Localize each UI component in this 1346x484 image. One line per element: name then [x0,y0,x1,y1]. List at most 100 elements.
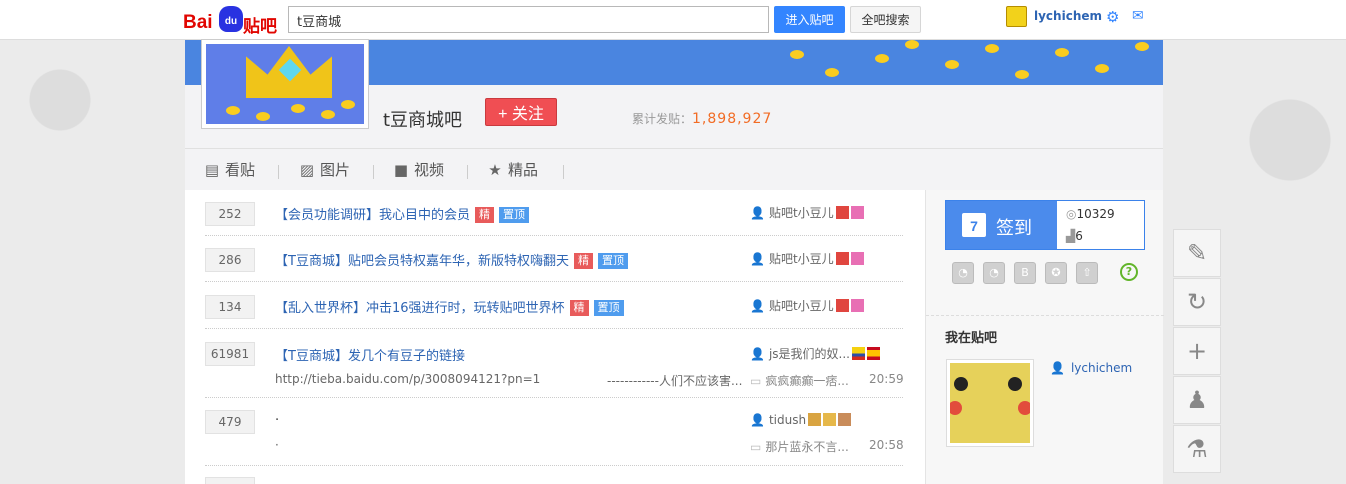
thread-author[interactable]: 👤 js是我们的奴... [750,345,880,362]
thread-author[interactable]: 👤 tidush [750,413,852,427]
thread-item: 252 【会员功能调研】我心目中的会员精置顶 👤 贴吧t小豆儿 [205,200,903,236]
last-reply[interactable]: ▭ 那片蓝永不言... [750,438,849,455]
thread-title[interactable]: 【T豆商城】发几个有豆子的链接 [275,345,465,364]
sign-level-value: 6 [1075,229,1083,243]
my-avatar[interactable] [946,359,1034,447]
tab-videos[interactable]: ■ 视频 [392,159,444,180]
forum-tabs: ▤ 看贴 ▨ 图片 ■ 视频 ★ 精品 [185,148,1163,190]
flag-icon [851,347,865,360]
thread-item [205,477,903,484]
thread-title-text[interactable]: 【会员功能调研】我心目中的会员 [275,208,470,223]
tab-featured[interactable]: ★ 精品 [486,159,538,180]
badge-slot-icon[interactable]: B [1014,262,1036,284]
thread-author[interactable]: 👤 贴吧t小豆儿 [750,250,864,267]
author-name[interactable]: js是我们的奴... [769,347,850,361]
thread-item: 479 · · 👤 tidush ▭ 那片蓝永不言... 20:58 [205,408,904,466]
mail-icon[interactable]: ✉ [1132,8,1144,24]
thread-abstract: · [275,438,279,452]
sign-level: ▟6 [1066,229,1083,243]
featured-badge: 精 [573,253,593,269]
last-reply-author[interactable]: 那片蓝永不言... [765,440,848,454]
reply-count: 61981 [205,342,255,366]
flask-icon[interactable]: ⚗ [1173,425,1221,473]
thread-item: 61981 【T豆商城】发几个有豆子的链接 http://tieba.baidu… [205,340,904,398]
edit-icon[interactable]: ✎ [1173,229,1221,277]
help-icon[interactable]: ? [1120,263,1138,281]
baidu-tieba-logo[interactable]: Bai du 贴吧 [183,6,279,37]
enter-forum-button[interactable]: 进入贴吧 [774,6,845,33]
badge-slot-icon[interactable]: ◔ [983,262,1005,284]
badge-slot-icon[interactable]: ◔ [952,262,974,284]
author-name[interactable]: 贴吧t小豆儿 [769,299,834,313]
thread-author[interactable]: 👤 贴吧t小豆儿 [750,297,864,314]
user-icon[interactable]: ♟ [1173,376,1221,424]
thread-title-text[interactable]: 【T豆商城】贴吧会员特权嘉年华，新版特权嗨翻天 [275,254,569,269]
reply-count: 252 [205,202,255,226]
badge-icon [850,299,864,312]
top-bar: Bai du 贴吧 t豆商城 进入贴吧 全吧搜索 lychichem ⚙ ✉ [0,0,1346,40]
chart-icon: ▟ [1066,229,1076,243]
badge-slot-icon[interactable]: ✪ [1045,262,1067,284]
logo-text-bai: Bai [183,12,213,33]
person-icon: 👤 [750,206,765,220]
post-stats-label: 累计发贴： [632,112,693,126]
badge-icon [835,299,849,312]
logo-text-tieba: 贴吧 [243,17,277,37]
tab-label: 看贴 [225,161,256,179]
thread-title[interactable]: 【T豆商城】贴吧会员特权嘉年华，新版特权嗨翻天精置顶 [275,250,628,269]
thread-title-text[interactable]: 【乱入世界杯】冲击16强进行时，玩转贴吧世界杯 [275,301,565,316]
thread-title-text[interactable]: · [275,413,279,428]
search-all-button[interactable]: 全吧搜索 [850,6,921,33]
badge-icon [823,413,837,426]
badge-icon [850,252,864,265]
badge-icon [850,206,864,219]
sign-in-label: 签到 [996,218,1032,238]
thread-abstract: http://tieba.baidu.com/p/3008094121?pn=1 [275,372,541,386]
pinned-badge: 置顶 [597,253,628,269]
thread-title[interactable]: 【会员功能调研】我心目中的会员精置顶 [275,204,530,223]
follow-button[interactable]: + 关注 [485,98,557,126]
search-input[interactable]: t豆商城 [288,6,769,33]
pinned-badge: 置顶 [499,207,530,223]
forum-sidebar: 7 签到 ◎10329 ▟6 ◔ ◔ B ✪ ⇧ ? 我在贴吧 👤 lychich… [925,190,1164,484]
username-link[interactable]: lychichem [1034,9,1102,23]
refresh-icon[interactable]: ↻ [1173,278,1221,326]
forum-header: t豆商城吧 + 关注 累计发贴：1,898,927 ▤ 看贴 ▨ 图片 ■ 视频 ★ 精… [185,40,1163,190]
badge-icon [808,413,822,426]
last-reply-author[interactable]: 疯疯癫癫一痞... [765,374,848,388]
flag-icon [866,347,880,360]
reply-count [205,477,255,484]
featured-badge: 精 [569,300,589,316]
thread-author[interactable]: 👤 贴吧t小豆儿 [750,204,864,221]
video-icon: ■ [393,161,409,179]
badge-slot-icon[interactable]: ⇧ [1076,262,1098,284]
divider [926,315,1164,316]
thread-title[interactable]: · [275,413,279,428]
forum-avatar[interactable] [202,40,368,128]
user-avatar[interactable] [1006,6,1027,27]
image-icon: ▨ [299,161,315,179]
sign-in-button[interactable]: 7 签到 [946,201,1057,249]
forum-name: t豆商城吧 [383,110,463,131]
post-stats-count: 1,898,927 [692,111,773,127]
sign-in-panel: 7 签到 ◎10329 ▟6 [945,200,1145,250]
tab-posts[interactable]: ▤ 看贴 [203,159,255,180]
author-name[interactable]: 贴吧t小豆儿 [769,206,834,220]
author-name[interactable]: tidush [769,413,806,427]
badge-icon [838,413,852,426]
star-icon: ★ [488,161,502,179]
featured-badge: 精 [475,207,495,223]
plus-icon[interactable]: + [1173,327,1221,375]
my-username-text[interactable]: lychichem [1071,361,1132,375]
post-stats: 累计发贴：1,898,927 [632,110,772,127]
thread-title-text[interactable]: 【T豆商城】发几个有豆子的链接 [275,349,465,364]
gear-icon[interactable]: ⚙ [1106,8,1119,26]
thread-abstract-2: ------------人们不应该害... [607,374,743,388]
last-reply[interactable]: ▭ 疯疯癫癫一痞... [750,372,849,389]
author-name[interactable]: 贴吧t小豆儿 [769,252,834,266]
person-icon: 👤 [750,347,765,361]
thread-title[interactable]: 【乱入世界杯】冲击16强进行时，玩转贴吧世界杯精置顶 [275,297,624,316]
tab-label: 视频 [414,161,445,179]
tab-images[interactable]: ▨ 图片 [298,159,350,180]
my-username[interactable]: 👤 lychichem [1050,361,1132,375]
